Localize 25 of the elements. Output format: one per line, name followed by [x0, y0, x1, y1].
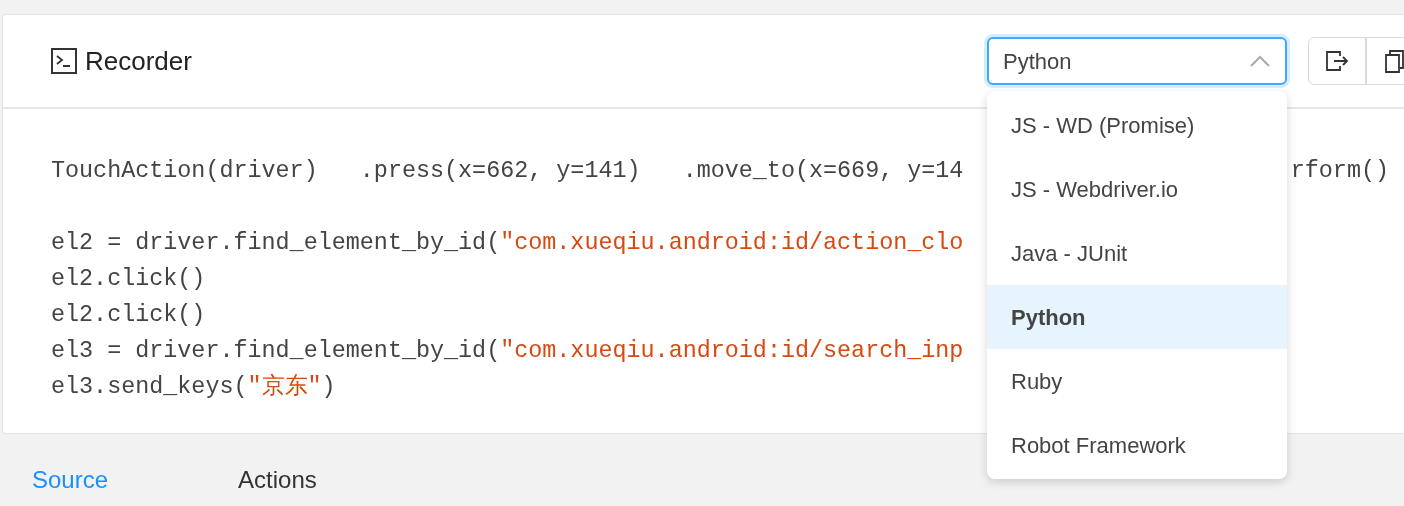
chevron-icon — [1249, 54, 1271, 68]
code-text: el3 = driver.find_element_by_id( — [51, 337, 501, 366]
export-icon — [1325, 50, 1349, 72]
string-literal: "京东" — [247, 373, 322, 402]
dropdown-option[interactable]: JS - Webdriver.io — [987, 157, 1287, 221]
dropdown-option[interactable]: Python — [987, 285, 1287, 349]
dropdown-option[interactable]: Robot Framework — [987, 413, 1287, 477]
panel-title: Recorder — [85, 44, 192, 78]
string-literal: "com.xueqiu.android:id/search_inp — [500, 337, 964, 366]
export-button[interactable] — [1308, 37, 1366, 85]
code-text: ) — [321, 373, 336, 402]
dropdown-option[interactable]: Java - JUnit — [987, 221, 1287, 285]
copy-icon — [1384, 49, 1404, 73]
code-text: el2 = driver.find_element_by_id( — [51, 229, 501, 258]
dropdown-option[interactable]: Ruby — [987, 349, 1287, 413]
language-select[interactable]: Python — [987, 37, 1287, 85]
code-text: el2.click() — [51, 301, 206, 330]
string-literal: "com.xueqiu.android:id/action_clo — [500, 229, 964, 258]
dropdown-option[interactable]: JS - WD (Promise) — [987, 93, 1287, 157]
code-text: el2.click() — [51, 265, 206, 294]
code-text: el3.send_keys( — [51, 373, 248, 402]
tab[interactable]: Actions — [238, 468, 317, 492]
terminal-icon — [51, 48, 77, 74]
code-text: TouchAction(driver) .press(x=662, y=141) .move_to(x=669, y=14 — [51, 157, 964, 186]
code-text: rform() — [1290, 157, 1389, 186]
